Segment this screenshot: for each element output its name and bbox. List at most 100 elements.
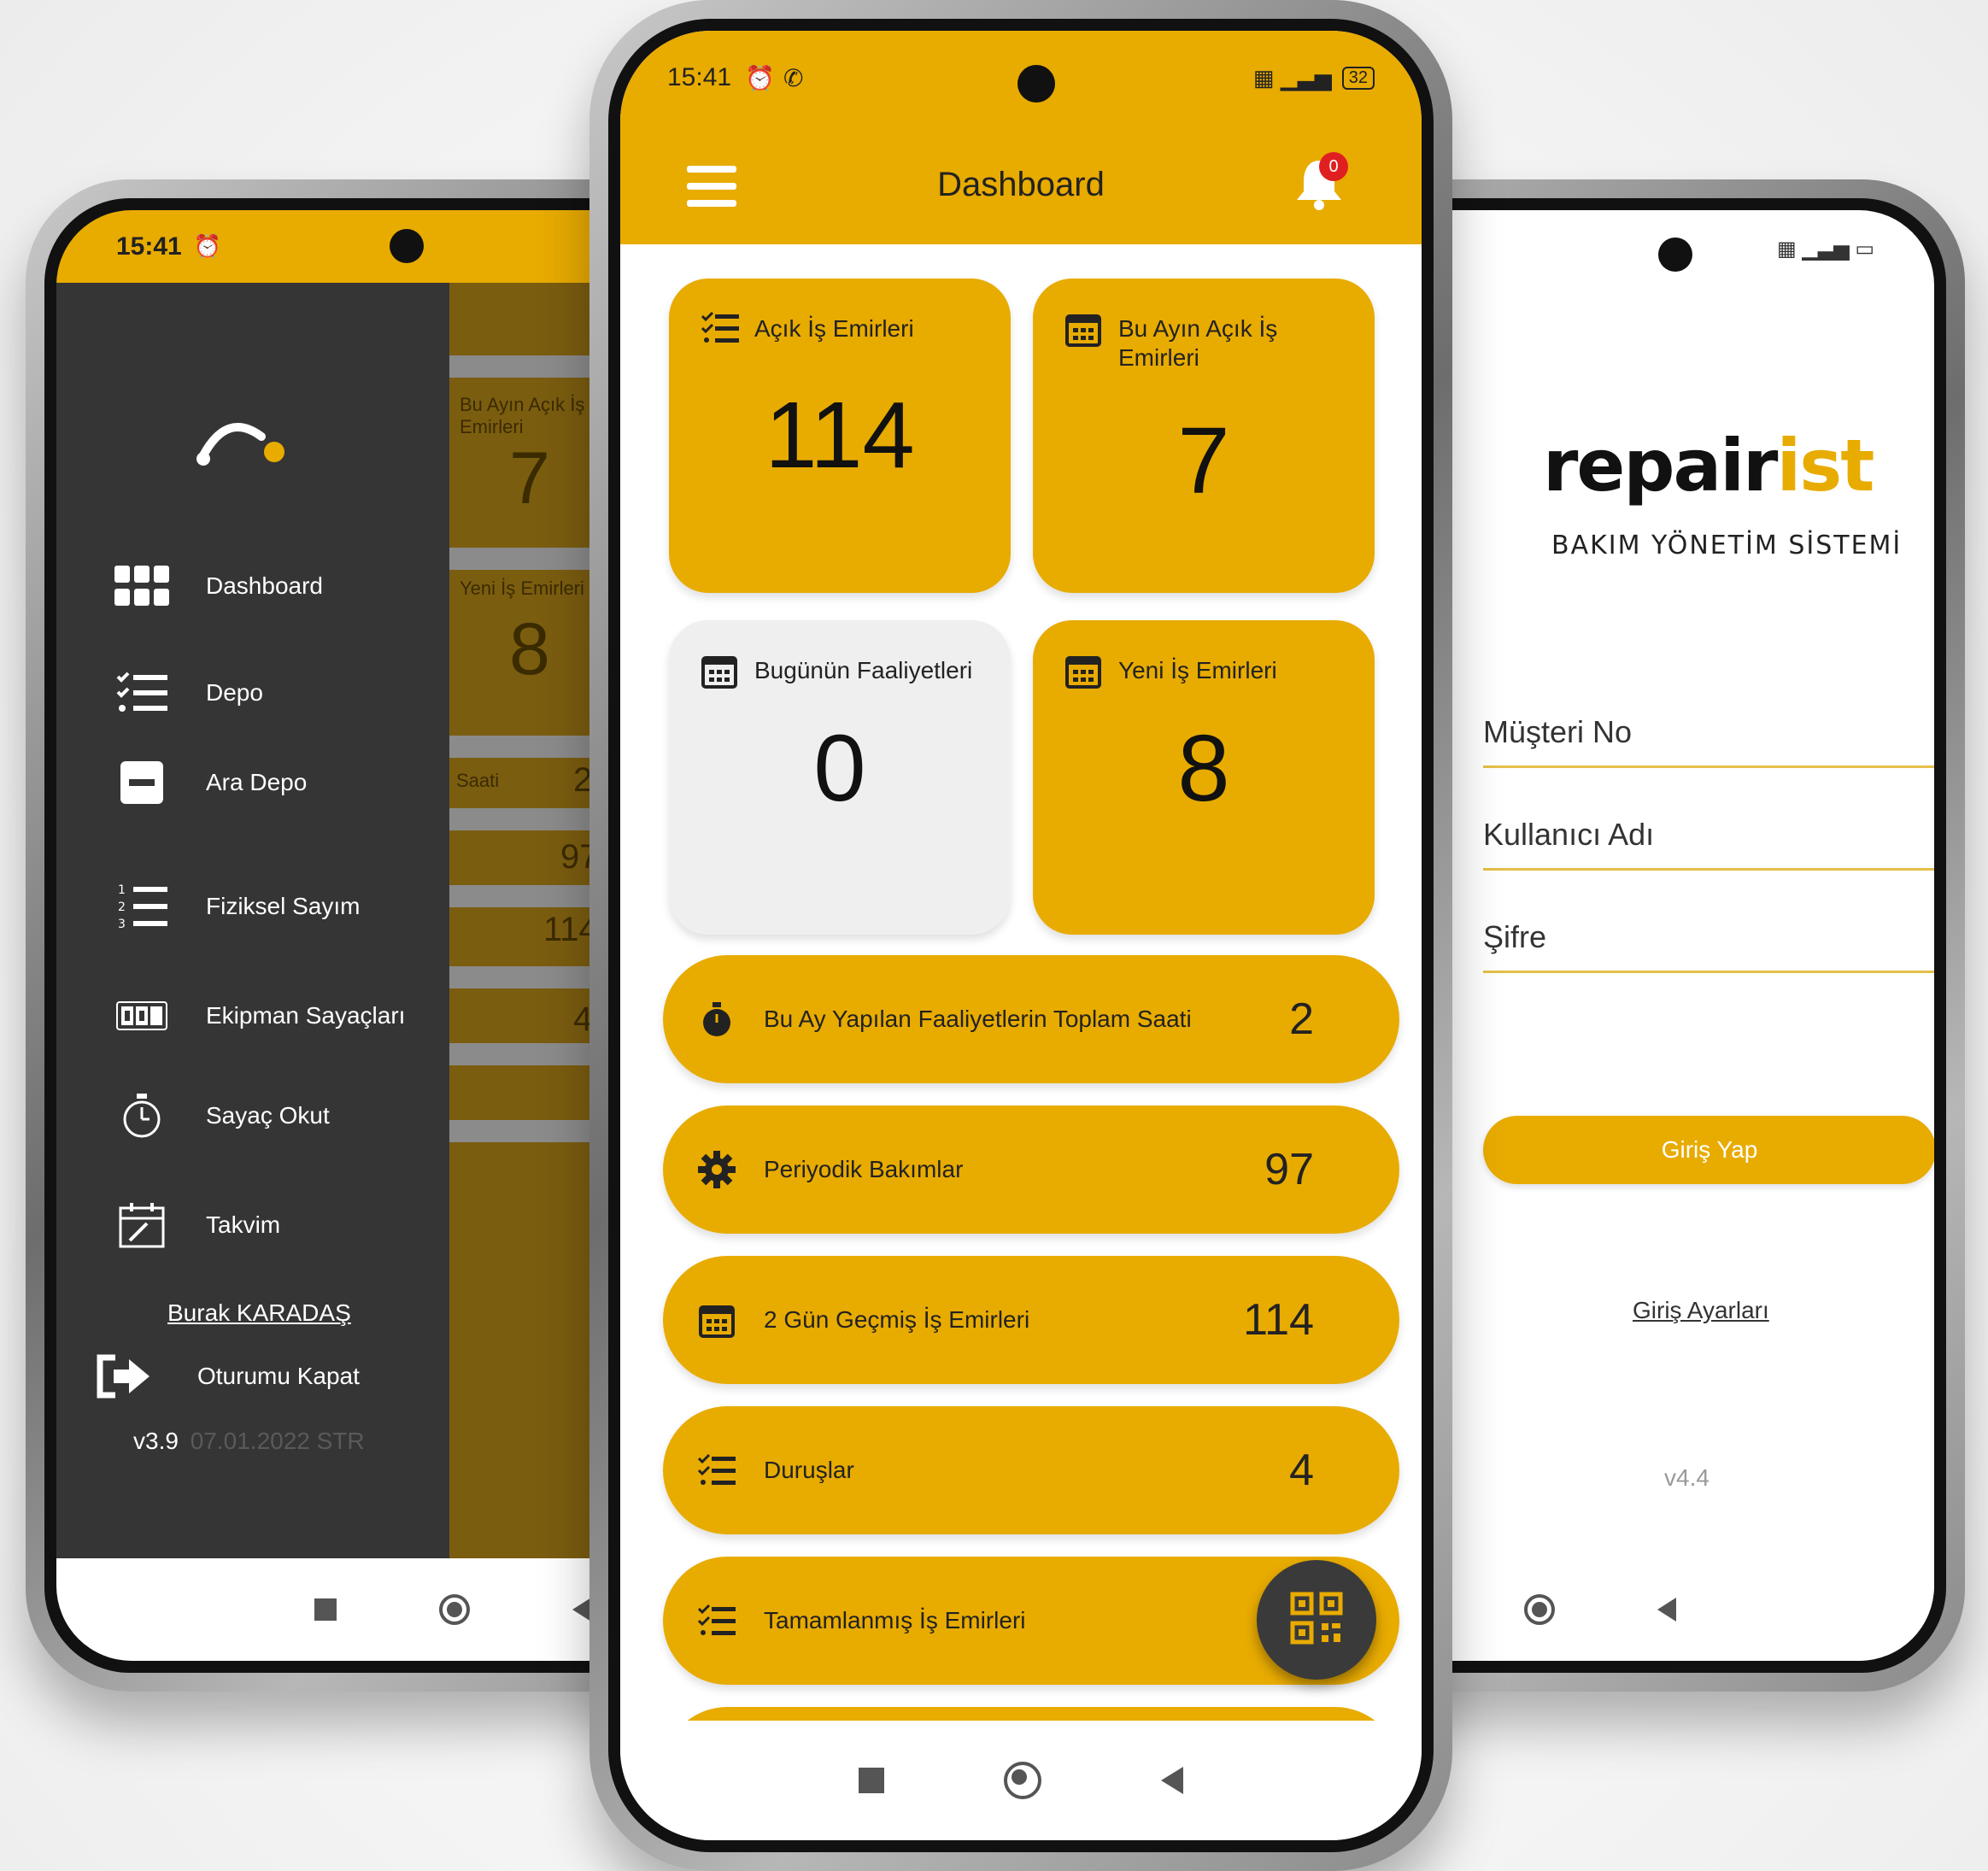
drawer-item-ara-depo[interactable]: Ara Depo <box>112 757 307 808</box>
row-label: Duruşlar <box>764 1457 854 1483</box>
alarm-icon: ⏰ <box>193 233 222 259</box>
front-camera <box>390 229 424 263</box>
username-field[interactable]: Kullanıcı Adı <box>1483 817 1934 871</box>
calendar-edit-icon <box>112 1199 172 1251</box>
password-field[interactable]: Şifre <box>1483 919 1934 973</box>
whatsapp-icon: ✆ <box>783 64 804 91</box>
home-button[interactable] <box>439 1594 470 1625</box>
notifications-button[interactable]: 0 <box>1293 152 1353 215</box>
home-button[interactable] <box>1524 1594 1555 1625</box>
row-label: Tamamlanmış İş Emirleri <box>764 1607 1026 1633</box>
calendar-icon <box>695 1299 738 1341</box>
home-button[interactable] <box>1004 1762 1041 1799</box>
login-settings-link[interactable]: Giriş Ayarları <box>1633 1297 1769 1324</box>
drawer-item-label: Ara Depo <box>206 769 308 795</box>
user-name-link[interactable]: Burak KARADAŞ <box>167 1299 351 1327</box>
logout-label: Oturumu Kapat <box>197 1363 360 1389</box>
drawer-item-sayac-okut[interactable]: Sayaç Okut <box>112 1090 330 1141</box>
drawer-item-label: Depo <box>206 679 263 706</box>
card-month-open-work-orders[interactable]: Bu Ayın Açık İş Emirleri 7 <box>1033 279 1375 593</box>
numbered-list-icon: 1 2 3 <box>112 881 172 932</box>
back-button[interactable] <box>1657 1598 1676 1622</box>
back-button[interactable] <box>1161 1767 1183 1794</box>
drawer-item-label: Takvim <box>206 1211 281 1238</box>
back-button[interactable] <box>572 1598 591 1622</box>
card-label: Bu Ayın Açık İş Emirleri <box>1118 315 1278 371</box>
row-value: 97 <box>1264 1145 1314 1194</box>
row-downtimes[interactable]: Duruşlar 4 <box>663 1406 1399 1534</box>
drawer-item-label: Sayaç Okut <box>206 1102 330 1129</box>
calendar-icon <box>1065 311 1101 347</box>
recents-button[interactable] <box>314 1598 337 1621</box>
svg-text:2: 2 <box>118 900 126 914</box>
brand-logo-accent: ist <box>1776 424 1874 507</box>
card-open-work-orders[interactable]: Açık İş Emirleri 114 <box>669 279 1011 593</box>
behind-card-label: Bu Ayın Açık İş Emirleri <box>460 394 585 437</box>
card-value: 8 <box>1177 716 1230 821</box>
logout-icon <box>95 1351 155 1402</box>
row-periodic-maintenance[interactable]: Periyodik Bakımlar 97 <box>663 1106 1399 1234</box>
behind-card-value: 7 <box>509 437 550 519</box>
customer-no-field[interactable]: Müşteri No <box>1483 714 1934 768</box>
battery-icon: 32 <box>1341 66 1375 90</box>
navigation-drawer: Dashboard Depo Ara Depo 1 2 3 Fiziksel S… <box>56 283 449 1558</box>
row-overdue-work-orders[interactable]: 2 Gün Geçmiş İş Emirleri 114 <box>663 1256 1399 1384</box>
row-label: Periyodik Bakımlar <box>764 1156 964 1182</box>
qr-code-icon <box>1289 1591 1344 1650</box>
checklist-icon <box>695 1449 738 1492</box>
behind-row-label: Saati <box>456 770 500 791</box>
drawer-item-label: Fiziksel Sayım <box>206 893 361 919</box>
card-value: 0 <box>813 716 866 821</box>
card-label: Bugünün Faaliyetleri <box>754 657 973 683</box>
logout-button[interactable]: Oturumu Kapat <box>95 1351 360 1402</box>
row-month-activity-hours[interactable]: Bu Ay Yapılan Faaliyetlerin Toplam Saati… <box>663 955 1399 1083</box>
row-value: 2 <box>1289 994 1314 1044</box>
calendar-icon <box>1065 653 1101 689</box>
brand-logo: repairist <box>1543 424 1874 507</box>
minus-box-icon <box>112 757 172 808</box>
drawer-item-depo[interactable]: Depo <box>112 667 263 718</box>
brand-logo-dark: repair <box>1543 424 1778 507</box>
grid-icon <box>112 560 172 612</box>
bell-icon <box>1293 161 1345 214</box>
drawer-item-dashboard[interactable]: Dashboard <box>112 560 323 612</box>
card-value: 7 <box>1177 408 1230 513</box>
drawer-item-takvim[interactable]: Takvim <box>112 1199 280 1251</box>
gear-icon <box>695 1148 738 1191</box>
brand-subtitle: BAKIM YÖNETİM SİSTEMİ <box>1551 531 1903 560</box>
row-label: 2 Gün Geçmiş İş Emirleri <box>764 1306 1030 1333</box>
center-phone: 15:41 ⏰ ✆ ▦ ▁▃▅ 32 Dashboard 0 Açık İş E… <box>589 0 1452 1871</box>
app-bar: Dashboard 0 <box>620 125 1422 244</box>
recents-button[interactable] <box>859 1768 884 1793</box>
front-camera <box>1658 238 1692 272</box>
drawer-item-ekipman-sayaclari[interactable]: Ekipman Sayaçları <box>112 990 405 1041</box>
counter-icon <box>112 990 172 1041</box>
app-logo <box>193 411 296 479</box>
drawer-item-label: Ekipman Sayaçları <box>206 1002 406 1029</box>
row-value: 114 <box>1243 1295 1314 1345</box>
version-date: 07.01.2022 STR <box>190 1428 365 1454</box>
drawer-item-label: Dashboard <box>206 572 323 599</box>
card-label: Yeni İş Emirleri <box>1118 657 1277 683</box>
login-button[interactable]: Giriş Yap <box>1483 1116 1934 1184</box>
row-label: Bu Ay Yapılan Faaliyetlerin Toplam Saati <box>764 1006 1192 1032</box>
qr-scan-button[interactable] <box>1257 1560 1376 1680</box>
hamburger-menu-icon[interactable] <box>687 166 736 207</box>
checklist-icon <box>701 311 739 345</box>
login-version: v4.4 <box>1664 1464 1709 1491</box>
system-nav-bar <box>620 1721 1422 1840</box>
alarm-icon: ⏰ <box>745 64 775 91</box>
card-value: 114 <box>765 383 915 488</box>
calendar-icon <box>701 653 737 689</box>
status-time: 15:41 <box>667 63 732 91</box>
behind-card-value: 8 <box>509 608 550 690</box>
checklist-icon <box>695 1599 738 1642</box>
stopwatch-icon <box>112 1090 172 1141</box>
app-version: v3.9 07.01.2022 STR <box>133 1428 365 1455</box>
drawer-item-fiziksel-sayim[interactable]: 1 2 3 Fiziksel Sayım <box>112 881 360 932</box>
card-new-work-orders[interactable]: Yeni İş Emirleri 8 <box>1033 620 1375 935</box>
status-time: 15:41 <box>116 232 182 261</box>
center-phone-bezel: 15:41 ⏰ ✆ ▦ ▁▃▅ 32 Dashboard 0 Açık İş E… <box>608 19 1434 1852</box>
notification-badge: 0 <box>1319 152 1348 181</box>
card-today-activities[interactable]: Bugünün Faaliyetleri 0 <box>669 620 1011 935</box>
